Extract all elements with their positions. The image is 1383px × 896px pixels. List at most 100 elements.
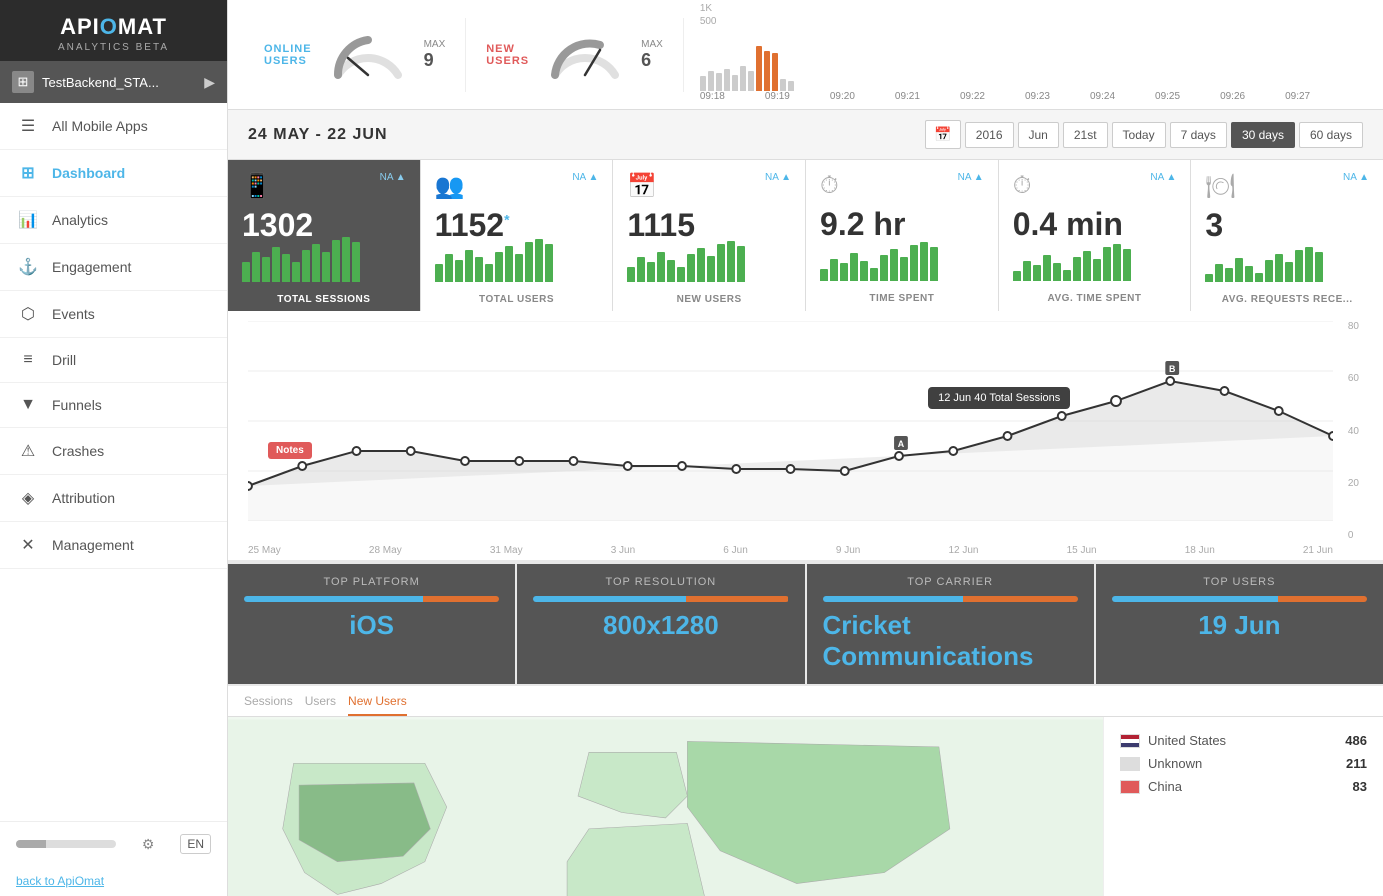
metric-na-time: NA ▲ bbox=[958, 172, 984, 183]
sidebar-footer: ⚙ EN bbox=[0, 821, 227, 866]
logo-subtitle: ANALYTICS BETA bbox=[58, 42, 169, 53]
metric-na-sessions: NA ▲ bbox=[380, 172, 406, 183]
nav-label-all-mobile-apps: All Mobile Apps bbox=[52, 118, 148, 134]
metric-na-avg-time: NA ▲ bbox=[1150, 172, 1176, 183]
sidebar-item-engagement[interactable]: ⚓Engagement bbox=[0, 244, 227, 291]
sidebar-logo: APIOMAT ANALYTICS BETA bbox=[0, 0, 227, 61]
spark-bar-highlight bbox=[756, 46, 762, 91]
app-selector[interactable]: ⊞ TestBackend_STA... ▶ bbox=[0, 61, 227, 103]
settings-icon[interactable]: ⚙ bbox=[142, 836, 155, 853]
tab-new-users[interactable]: New Users bbox=[348, 694, 407, 716]
metric-bars-users bbox=[435, 252, 599, 282]
country-china: China bbox=[1148, 779, 1182, 794]
nav-icon-funnels: ▼ bbox=[16, 396, 40, 414]
tab-sessions[interactable]: Sessions bbox=[244, 694, 293, 716]
metric-label-requests: AVG. REQUESTS RECE... bbox=[1205, 286, 1369, 311]
metric-value-avg-time: 0.4 min bbox=[1013, 206, 1177, 243]
legend-item-china: China 83 bbox=[1120, 779, 1367, 794]
lang-selector[interactable]: EN bbox=[180, 834, 211, 854]
sidebar-item-management[interactable]: ✕Management bbox=[0, 522, 227, 569]
flag-china bbox=[1120, 780, 1140, 794]
online-users-label: ONLINEUSERS bbox=[264, 43, 312, 67]
date-btn-21st[interactable]: 21st bbox=[1063, 122, 1108, 148]
bottom-area: Sessions Users New Users bbox=[228, 686, 1383, 896]
stat-label-resolution: TOP RESOLUTION bbox=[605, 576, 716, 588]
sidebar-item-analytics[interactable]: 📊Analytics bbox=[0, 197, 227, 244]
sidebar-item-dashboard[interactable]: ⊞Dashboard bbox=[0, 150, 227, 197]
metric-icon-requests: 🍽 bbox=[1205, 172, 1235, 201]
metric-avg-requests[interactable]: 🍽 NA ▲ 3 AVG. bbox=[1191, 160, 1383, 311]
bottom-content: United States 486 Unknown 211 bbox=[228, 717, 1383, 896]
new-users-label: NEWUSERS bbox=[486, 43, 529, 67]
sidebar-item-events[interactable]: ⬡Events bbox=[0, 291, 227, 338]
date-btn-7days[interactable]: 7 days bbox=[1170, 122, 1227, 148]
metric-value-sessions: 1302 bbox=[242, 207, 406, 244]
spark-bar bbox=[788, 81, 794, 91]
metric-icon-sessions: 📱 bbox=[242, 172, 272, 201]
metric-avg-time[interactable]: ⏱ NA ▲ 0.4 min bbox=[999, 160, 1192, 311]
metrics-row: 📱 NA ▲ 1302 TO bbox=[228, 160, 1383, 311]
spark-bar bbox=[732, 75, 738, 91]
stat-bar-resolution bbox=[533, 596, 788, 602]
spark-bar bbox=[716, 73, 722, 91]
metric-total-users[interactable]: 👥 NA ▲ 1152* T bbox=[421, 160, 614, 311]
nav-label-analytics: Analytics bbox=[52, 212, 108, 228]
metric-icon-time: ⏱ bbox=[820, 172, 839, 200]
metric-label-avg-time: AVG. TIME SPENT bbox=[1013, 285, 1177, 310]
count-unknown: 211 bbox=[1346, 756, 1367, 771]
sidebar-item-drill[interactable]: ≡Drill bbox=[0, 338, 227, 383]
date-btn-2016[interactable]: 2016 bbox=[965, 122, 1014, 148]
sidebar-item-attribution[interactable]: ◈Attribution bbox=[0, 475, 227, 522]
sidebar-item-all-mobile-apps[interactable]: ☰All Mobile Apps bbox=[0, 103, 227, 150]
date-btn-today[interactable]: Today bbox=[1112, 122, 1166, 148]
nav-icon-attribution: ◈ bbox=[16, 488, 40, 508]
stats-row: TOP PLATFORM iOS TOP RESOLUTION 800x1280… bbox=[228, 562, 1383, 686]
count-china: 83 bbox=[1353, 779, 1367, 794]
notes-badge[interactable]: Notes bbox=[268, 442, 312, 459]
tab-users[interactable]: Users bbox=[305, 694, 336, 716]
metric-na-new-users: NA ▲ bbox=[765, 172, 791, 183]
sidebar-item-funnels[interactable]: ▼ Funnels bbox=[0, 383, 227, 428]
legend-item-unknown: Unknown 211 bbox=[1120, 756, 1367, 771]
main-content: ONLINEUSERS MAX 9 NEWUSERS bbox=[228, 0, 1383, 896]
spark-bar bbox=[708, 71, 714, 91]
nav-icon-crashes: ⚠ bbox=[16, 441, 40, 461]
date-btn-30days[interactable]: 30 days bbox=[1231, 122, 1295, 148]
stat-value-platform: iOS bbox=[349, 610, 394, 641]
metric-icon-users: 👥 bbox=[435, 172, 465, 201]
topbar-time-labels: 09:18 09:19 09:20 09:21 09:22 09:23 09:2… bbox=[700, 91, 1351, 102]
metric-label-sessions: TOTAL SESSIONS bbox=[242, 286, 406, 311]
metric-icon-avg-time: ⏱ bbox=[1013, 172, 1032, 200]
chart-x-labels: 25 May 28 May 31 May 3 Jun 6 Jun 9 Jun 1… bbox=[248, 541, 1333, 560]
calendar-icon[interactable]: 📅 bbox=[925, 120, 960, 149]
stat-bar-platform bbox=[244, 596, 499, 602]
metric-bars-avg-time bbox=[1013, 251, 1177, 281]
metric-label-users: TOTAL USERS bbox=[435, 286, 599, 311]
new-users-gauge-svg bbox=[545, 30, 625, 80]
count-us: 486 bbox=[1345, 733, 1367, 748]
date-btn-60days[interactable]: 60 days bbox=[1299, 122, 1363, 148]
logo-text: APIOMAT bbox=[60, 14, 167, 40]
world-map bbox=[228, 717, 1103, 896]
metric-value-new-users: 1115 bbox=[627, 207, 791, 244]
map-svg bbox=[228, 717, 1103, 896]
metric-total-sessions[interactable]: 📱 NA ▲ 1302 TO bbox=[228, 160, 421, 311]
metric-new-users[interactable]: 📅 NA ▲ 1115 NE bbox=[613, 160, 806, 311]
metric-value-users: 1152* bbox=[435, 207, 599, 244]
metric-label-time: TIME SPENT bbox=[820, 285, 984, 310]
new-max-val: 6 bbox=[641, 50, 663, 71]
metric-time-spent[interactable]: ⏱ NA ▲ 9.2 hr T bbox=[806, 160, 999, 311]
nav-icon-events: ⬡ bbox=[16, 304, 40, 324]
date-btn-jun[interactable]: Jun bbox=[1018, 122, 1059, 148]
stat-top-carrier: TOP CARRIER Cricket Communications bbox=[807, 564, 1094, 684]
nav-label-funnels: Funnels bbox=[52, 397, 102, 413]
line-chart-area: 80 60 40 20 0 bbox=[228, 311, 1383, 560]
date-bar: 24 MAY - 22 JUN 📅 2016 Jun 21st Today 7 … bbox=[228, 110, 1383, 160]
topbar-chart-bars bbox=[700, 31, 1351, 91]
storage-progress bbox=[16, 840, 116, 848]
stat-top-platform: TOP PLATFORM iOS bbox=[228, 564, 515, 684]
back-to-apiomat-link[interactable]: back to ApiOmat bbox=[0, 866, 227, 896]
nav-icon-drill: ≡ bbox=[16, 351, 40, 369]
sidebar-item-crashes[interactable]: ⚠Crashes bbox=[0, 428, 227, 475]
stat-value-top-users: 19 Jun bbox=[1198, 610, 1280, 641]
